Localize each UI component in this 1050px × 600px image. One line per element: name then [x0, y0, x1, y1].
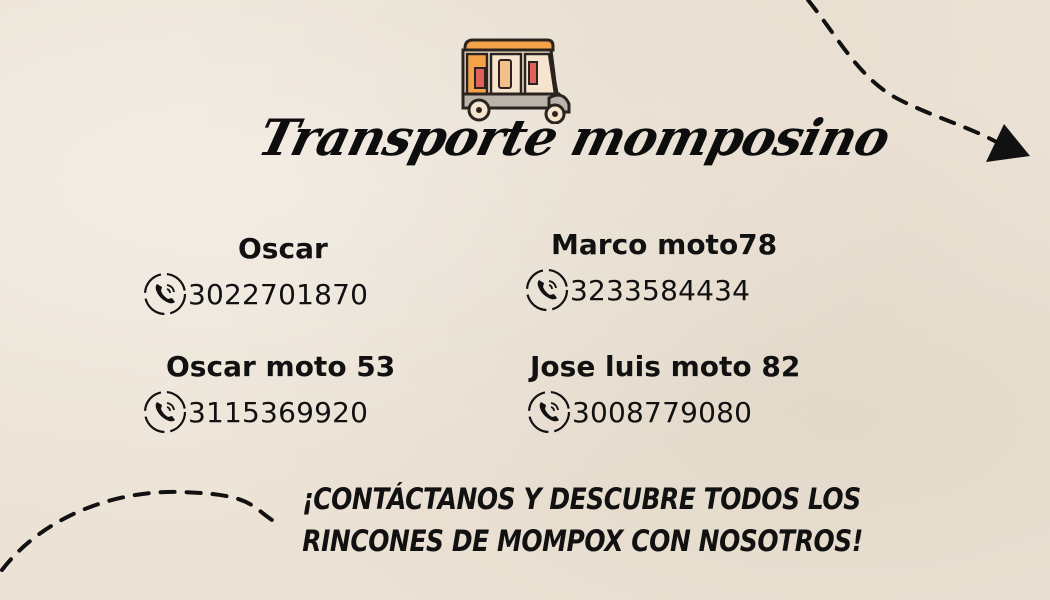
page-title: Transporte momposino: [252, 108, 896, 167]
contact-name: Marco moto78: [551, 228, 778, 261]
phone-row[interactable]: 3115369920: [142, 389, 395, 435]
phone-icon: [527, 390, 571, 434]
contact-card: Marco moto78 3233584434: [524, 228, 777, 313]
contact-name: Jose luis moto 82: [530, 350, 801, 383]
contact-name: Oscar: [238, 232, 328, 265]
phone-number[interactable]: 3115369920: [188, 396, 368, 429]
phone-icon: [143, 390, 187, 434]
contact-card: Jose luis moto 82 3008779080: [526, 350, 800, 435]
phone-row[interactable]: 3022701870: [142, 271, 368, 317]
phone-number[interactable]: 3022701870: [188, 278, 368, 311]
phone-icon: [525, 268, 569, 312]
call-to-action: ¡CONTÁCTANOS Y DESCUBRE TODOS LOS RINCON…: [302, 478, 863, 562]
contact-name: Oscar moto 53: [166, 350, 396, 383]
phone-number[interactable]: 3008779080: [572, 396, 752, 429]
cta-line-1: ¡CONTÁCTANOS Y DESCUBRE TODOS LOS: [302, 482, 861, 516]
contact-card: Oscar moto 53 3115369920: [142, 350, 395, 435]
arrowhead-icon: [986, 124, 1030, 162]
phone-icon: [143, 272, 187, 316]
bottom-left-dashed-curve: [0, 489, 274, 572]
phone-number[interactable]: 3233584434: [570, 274, 750, 307]
phone-row[interactable]: 3008779080: [526, 389, 800, 435]
phone-row[interactable]: 3233584434: [524, 267, 777, 313]
contact-card: Oscar 3022701870: [142, 232, 368, 317]
cta-line-2: RINCONES DE MOMPOX CON NOSOTROS!: [302, 524, 863, 558]
